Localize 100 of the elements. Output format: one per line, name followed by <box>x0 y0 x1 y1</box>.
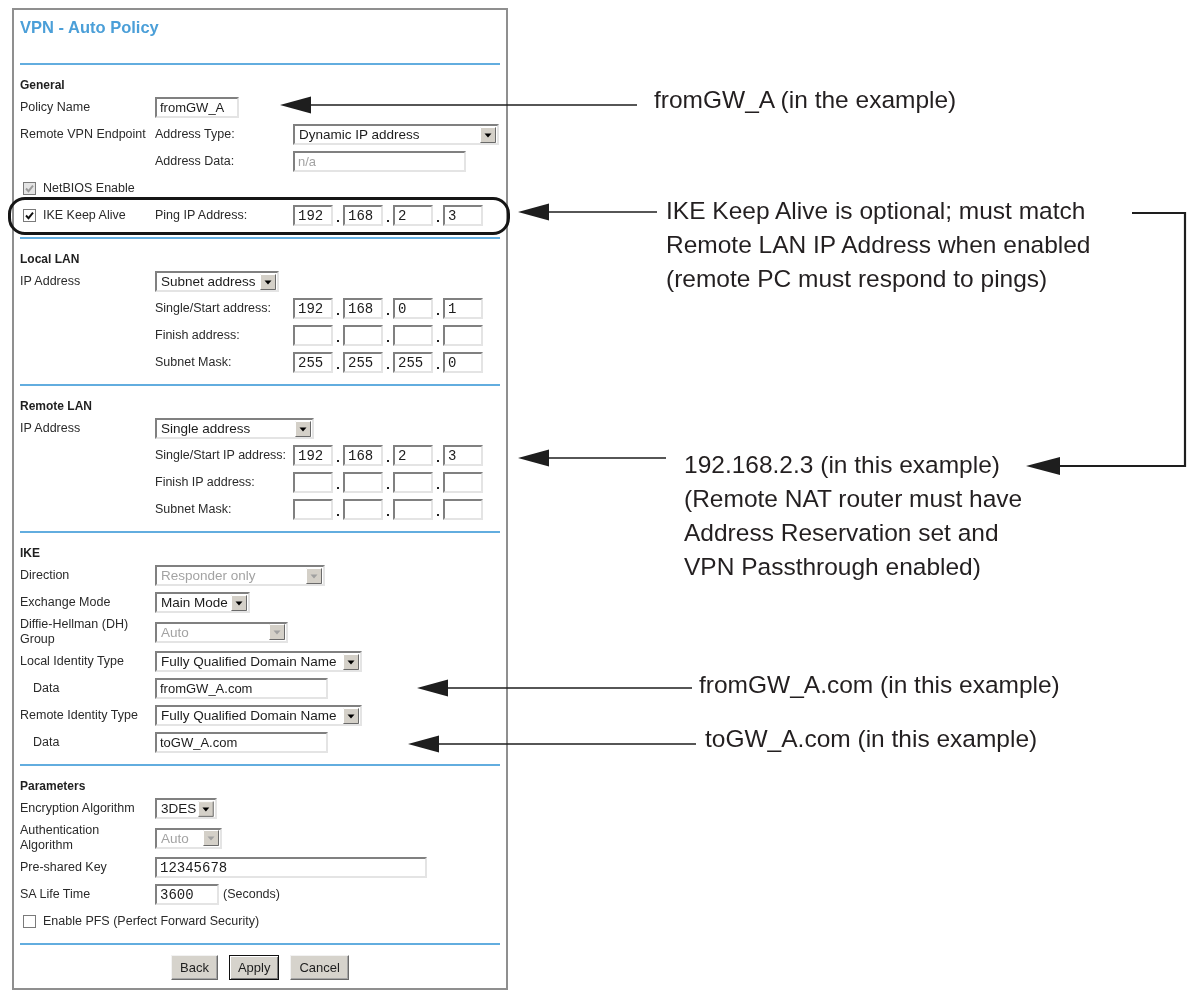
field-label: Data <box>33 681 60 696</box>
field-label: Address Type: <box>155 127 235 142</box>
ip-octet-field[interactable]: 2 <box>393 445 433 466</box>
ip-octet-field[interactable]: 192 <box>293 445 333 466</box>
caret-icon <box>269 624 285 640</box>
ip-address-field[interactable]: 192 168 2 3 <box>293 445 483 466</box>
unit-label: (Seconds) <box>223 887 280 902</box>
caret-icon <box>306 567 322 584</box>
text-field[interactable]: fromGW_A <box>155 97 239 118</box>
checkbox[interactable] <box>23 209 36 222</box>
field-label: Address Data: <box>155 154 235 169</box>
checkbox[interactable] <box>23 915 36 928</box>
field-label: Local Identity Type <box>20 654 124 669</box>
caret-icon <box>295 420 311 437</box>
field-label: SA Life Time <box>20 887 91 902</box>
ip-octet-field[interactable]: 168 <box>343 205 383 226</box>
ip-octet-field[interactable]: 255 <box>343 352 383 373</box>
field-label: Diffie-Hellman (DH) Group <box>20 617 130 647</box>
field-label: Policy Name <box>20 100 91 115</box>
section-heading: General <box>20 77 65 94</box>
ip-octet-field[interactable] <box>443 325 483 346</box>
field-label: Exchange Mode <box>20 595 111 610</box>
ip-octet-field[interactable]: 192 <box>293 205 333 226</box>
caret-icon <box>198 800 214 817</box>
caret-icon <box>480 126 496 143</box>
dropdown[interactable]: Main Mode <box>155 592 250 613</box>
ip-octet-field[interactable]: 3 <box>443 445 483 466</box>
ip-octet-field[interactable] <box>443 499 483 520</box>
section-heading: IKE <box>20 545 40 562</box>
apply-button[interactable]: Apply <box>228 955 280 980</box>
dropdown[interactable]: Single address <box>155 418 314 439</box>
ip-address-field[interactable] <box>293 472 483 493</box>
text-field[interactable]: toGW_A.com <box>155 732 328 753</box>
checkbox-label: NetBIOS Enable <box>43 181 135 196</box>
field-label: Data <box>33 735 60 750</box>
caret-icon <box>231 594 247 611</box>
dropdown[interactable]: Fully Qualified Domain Name <box>155 705 362 726</box>
ip-octet-field[interactable]: 255 <box>293 352 333 373</box>
ip-octet-field[interactable]: 0 <box>393 298 433 319</box>
field-label: Finish IP address: <box>155 475 255 490</box>
dropdown[interactable]: Dynamic IP address <box>293 124 499 145</box>
ip-octet-field[interactable]: 2 <box>393 205 433 226</box>
callout-text: IKE Keep Alive is optional; must match Remote LAN IP Address when enabled (remote PC must respond to pings) <box>666 196 1091 294</box>
checkbox-label: Enable PFS (Perfect Forward Security) <box>43 914 260 929</box>
field-label: Authentication Algorithm <box>20 823 101 853</box>
ip-octet-field[interactable]: 192 <box>293 298 333 319</box>
ip-octet-field[interactable] <box>393 325 433 346</box>
ip-octet-field[interactable] <box>293 499 333 520</box>
text-field[interactable]: 3600 <box>155 884 219 905</box>
callout-text: fromGW_A (in the example) <box>654 85 957 115</box>
text-field[interactable]: fromGW_A.com <box>155 678 328 699</box>
field-label: Direction <box>20 568 70 583</box>
ip-octet-field[interactable]: 255 <box>393 352 433 373</box>
field-label: Finish address: <box>155 328 240 343</box>
cancel-button[interactable]: Cancel <box>290 955 349 980</box>
ip-octet-field[interactable] <box>443 472 483 493</box>
field-label: Remote Identity Type <box>20 708 138 723</box>
field-label: Pre-shared Key <box>20 860 107 875</box>
section-heading: Local LAN <box>20 251 80 268</box>
ip-address-field[interactable] <box>293 325 483 346</box>
field-label: Subnet Mask: <box>155 502 232 517</box>
field-label: Single/Start address: <box>155 301 272 316</box>
callout-text: fromGW_A.com (in this example) <box>699 670 1060 700</box>
field-label: Remote VPN Endpoint <box>20 127 146 142</box>
checkbox-label: IKE Keep Alive <box>43 208 126 223</box>
page-title: VPN - Auto Policy <box>20 17 159 38</box>
caret-icon <box>343 707 359 724</box>
section-heading: Remote LAN <box>20 398 92 415</box>
field-label: Encryption Algorithm <box>20 801 135 816</box>
ip-octet-field[interactable] <box>293 325 333 346</box>
dropdown[interactable]: Subnet address <box>155 271 279 292</box>
ip-octet-field[interactable]: 3 <box>443 205 483 226</box>
back-button[interactable]: Back <box>171 955 218 980</box>
ip-octet-field[interactable]: 168 <box>343 298 383 319</box>
caret-icon <box>260 273 276 290</box>
ip-address-field[interactable]: 192 168 0 1 <box>293 298 483 319</box>
caret-icon <box>343 653 359 670</box>
text-field[interactable]: 12345678 <box>155 857 427 878</box>
ip-octet-field[interactable]: 1 <box>443 298 483 319</box>
ip-octet-field[interactable] <box>343 472 383 493</box>
ip-octet-field[interactable]: 168 <box>343 445 383 466</box>
ip-octet-field[interactable]: 0 <box>443 352 483 373</box>
ip-address-field[interactable] <box>293 499 483 520</box>
field-label: Ping IP Address: <box>155 208 248 223</box>
ip-octet-field[interactable] <box>343 325 383 346</box>
dropdown[interactable]: 3DES <box>155 798 217 819</box>
dropdown[interactable]: Fully Qualified Domain Name <box>155 651 362 672</box>
ip-octet-field[interactable] <box>343 499 383 520</box>
callout-text: toGW_A.com (in this example) <box>705 724 1038 754</box>
caret-icon <box>203 830 219 846</box>
section-heading: Parameters <box>20 778 86 795</box>
field-label: Subnet Mask: <box>155 355 232 370</box>
ip-octet-field[interactable] <box>293 472 333 493</box>
ip-address-field[interactable]: 192 168 2 3 <box>293 205 483 226</box>
callout-text: 192.168.2.3 (in this example) (Remote NAT router must have Address Reservation set and VPN Passthrough enabled) <box>684 450 1023 582</box>
ip-octet-field[interactable] <box>393 472 433 493</box>
field-label: Single/Start IP address: <box>155 448 287 463</box>
field-label: IP Address <box>20 421 81 436</box>
ip-address-field[interactable]: 255 255 255 0 <box>293 352 483 373</box>
ip-octet-field[interactable] <box>393 499 433 520</box>
